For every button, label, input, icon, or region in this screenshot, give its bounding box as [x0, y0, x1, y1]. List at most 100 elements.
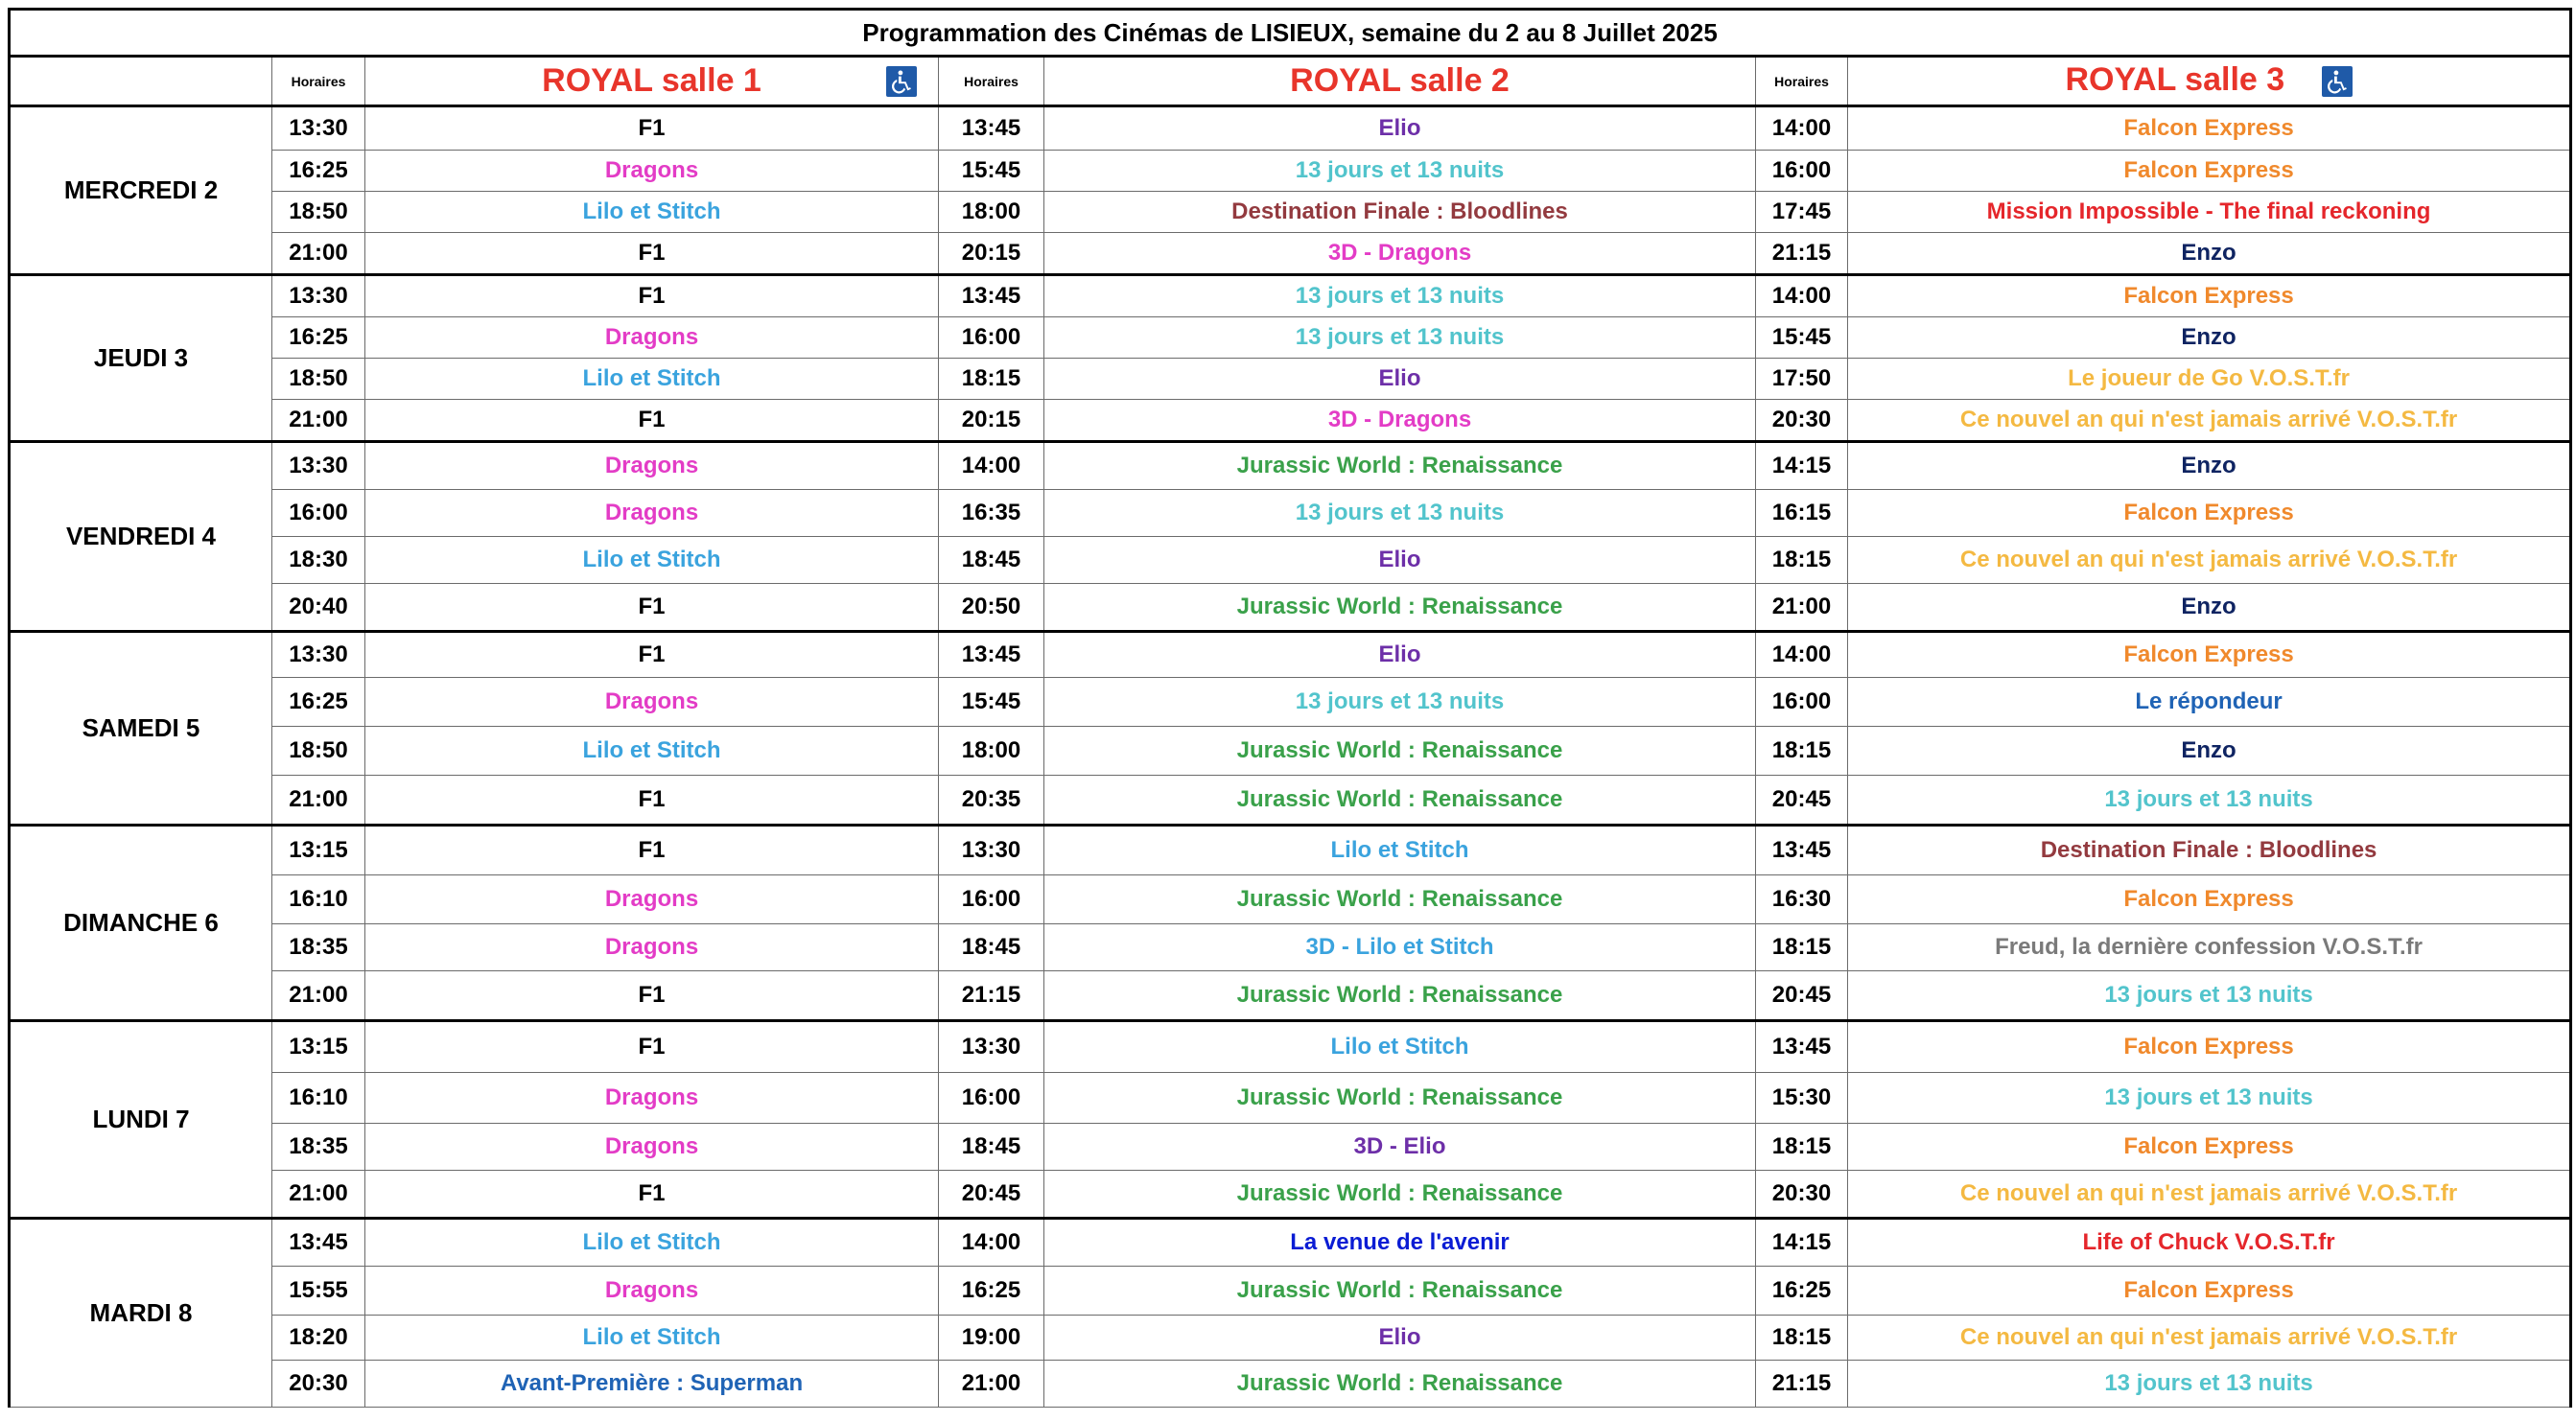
table-row: JEUDI 3 13:30 F1 13:45 13 jours et 13 nuits 1… — [8, 273, 2573, 442]
film-title-salle-1: F1 — [364, 1019, 939, 1073]
showtime-salle-1: 16:10 — [271, 874, 365, 924]
showtime-salle-3: 14:15 — [1755, 1217, 1848, 1267]
film-title-salle-3: Freud, la dernière confession V.O.S.T.fr — [1846, 923, 2573, 971]
film-title-salle-1: Dragons — [364, 1072, 939, 1124]
showtime-salle-3: 15:30 — [1755, 1072, 1848, 1124]
film-title-salle-1: F1 — [364, 775, 939, 826]
film-title-salle-3: Falcon Express — [1846, 489, 2573, 537]
film-title-salle-2: Jurassic World : Renaissance — [1043, 1360, 1756, 1408]
day-label: MERCREDI 2 — [8, 105, 272, 275]
page-title: Programmation des Cinémas de LISIEUX, se… — [7, 8, 2573, 58]
film-title-salle-2: 3D - Dragons — [1043, 399, 1756, 442]
showtime-salle-2: 19:00 — [938, 1315, 1044, 1361]
film-title-salle-2: 3D - Lilo et Stitch — [1043, 923, 1756, 971]
showtime-salle-3: 21:15 — [1755, 232, 1848, 275]
film-title-salle-1: F1 — [364, 1170, 939, 1219]
showtime-salle-2: 20:45 — [938, 1170, 1044, 1219]
showtime-salle-1: 21:00 — [271, 232, 365, 275]
showtime-salle-2: 15:45 — [938, 677, 1044, 727]
film-title-salle-1: F1 — [364, 105, 939, 151]
table-row: 18:20 Lilo et Stitch 19:00 Elio 18:15 Ce nouv… — [10, 1315, 2573, 1361]
table-row: LUNDI 7 13:15 F1 13:30 Lilo et Stitch 13:45 Fa… — [8, 1019, 2573, 1219]
film-title-salle-1: F1 — [364, 232, 939, 275]
showtime-salle-3: 14:15 — [1755, 440, 1848, 490]
table-row: 21:00 F1 20:35 Jurassic World : Renaissance… — [10, 775, 2573, 826]
film-title-salle-2: Jurassic World : Renaissance — [1043, 775, 1756, 826]
day-label: VENDREDI 4 — [8, 440, 272, 632]
showtime-salle-1: 21:00 — [271, 399, 365, 442]
showtime-salle-1: 18:50 — [271, 358, 365, 400]
table-row: 21:00 F1 21:15 Jurassic World : Renaissance… — [10, 970, 2573, 1021]
showtime-salle-1: 16:25 — [271, 316, 365, 359]
film-title-salle-2: Jurassic World : Renaissance — [1043, 874, 1756, 924]
day-label: LUNDI 7 — [8, 1019, 272, 1219]
film-title-salle-3: Falcon Express — [1846, 273, 2573, 317]
table-row: 18:50 Lilo et Stitch 18:15 Elio 17:50 Le joue… — [10, 358, 2573, 400]
showtime-salle-3: 14:00 — [1755, 105, 1848, 151]
table-row: 20:30 Avant-Première : Superman 21:00 Juras… — [10, 1360, 2573, 1408]
film-title-salle-2: Jurassic World : Renaissance — [1043, 583, 1756, 632]
showtime-salle-1: 16:10 — [271, 1072, 365, 1124]
film-title-salle-2: 13 jours et 13 nuits — [1043, 150, 1756, 192]
showtime-salle-2: 20:15 — [938, 232, 1044, 275]
film-title-salle-2: 13 jours et 13 nuits — [1043, 489, 1756, 537]
showtime-salle-3: 18:15 — [1755, 1315, 1848, 1361]
showtime-salle-1: 21:00 — [271, 775, 365, 826]
film-title-salle-1: F1 — [364, 824, 939, 875]
showtime-salle-3: 16:25 — [1755, 1266, 1848, 1316]
showtime-salle-2: 18:15 — [938, 358, 1044, 400]
film-title-salle-3: Enzo — [1846, 726, 2573, 776]
film-title-salle-1: Dragons — [364, 677, 939, 727]
showtime-salle-2: 13:45 — [938, 105, 1044, 151]
film-title-salle-3: Le joueur de Go V.O.S.T.fr — [1846, 358, 2573, 400]
showtime-salle-2: 13:30 — [938, 1019, 1044, 1073]
showtime-salle-3: 17:50 — [1755, 358, 1848, 400]
showtime-salle-2: 18:45 — [938, 923, 1044, 971]
table-row: 20:40 F1 20:50 Jurassic World : Renaissance… — [10, 583, 2573, 632]
showtime-salle-2: 16:00 — [938, 1072, 1044, 1124]
showtime-salle-3: 20:30 — [1755, 1170, 1848, 1219]
film-title-salle-1: Dragons — [364, 316, 939, 359]
film-title-salle-2: Elio — [1043, 1315, 1756, 1361]
showtime-salle-2: 16:00 — [938, 874, 1044, 924]
table-row: 16:25 Dragons 16:00 13 jours et 13 nuits 15:… — [10, 316, 2573, 359]
film-title-salle-1: Lilo et Stitch — [364, 536, 939, 584]
film-title-salle-3: 13 jours et 13 nuits — [1846, 1072, 2573, 1124]
table-row: 16:10 Dragons 16:00 Jurassic World : Renais… — [10, 874, 2573, 924]
showtime-salle-1: 18:20 — [271, 1315, 365, 1361]
film-title-salle-3: Ce nouvel an qui n'est jamais arrivé V.O… — [1846, 1315, 2573, 1361]
table-row: 18:35 Dragons 18:45 3D - Elio 18:15 Falcon Ex… — [10, 1123, 2573, 1171]
film-title-salle-2: Jurassic World : Renaissance — [1043, 970, 1756, 1021]
showtime-salle-3: 16:00 — [1755, 677, 1848, 727]
showtime-salle-1: 13:30 — [271, 105, 365, 151]
showtime-salle-1: 15:55 — [271, 1266, 365, 1316]
showtime-salle-3: 18:15 — [1755, 923, 1848, 971]
table-row: 18:50 Lilo et Stitch 18:00 Destination Fina… — [10, 191, 2573, 233]
wheelchair-icon — [886, 65, 917, 97]
film-title-salle-1: Lilo et Stitch — [364, 358, 939, 400]
salle-title-2: ROYAL salle 2 — [1290, 62, 1510, 99]
film-title-salle-3: Falcon Express — [1846, 105, 2573, 151]
film-title-salle-2: 3D - Dragons — [1043, 232, 1756, 275]
showtime-salle-2: 13:45 — [938, 630, 1044, 678]
film-title-salle-2: 13 jours et 13 nuits — [1043, 677, 1756, 727]
showtime-salle-2: 18:45 — [938, 1123, 1044, 1171]
film-title-salle-2: Jurassic World : Renaissance — [1043, 1266, 1756, 1316]
film-title-salle-1: F1 — [364, 399, 939, 442]
showtime-salle-1: 13:15 — [271, 824, 365, 875]
film-title-salle-3: 13 jours et 13 nuits — [1846, 1360, 2573, 1408]
horaires-header-1: Horaires — [271, 56, 365, 106]
corner-cell — [8, 56, 272, 106]
showtime-salle-3: 20:45 — [1755, 970, 1848, 1021]
salle-header-2: ROYAL salle 2 — [1043, 56, 1756, 106]
showtime-salle-2: 16:35 — [938, 489, 1044, 537]
showtime-salle-3: 18:15 — [1755, 726, 1848, 776]
showtime-salle-3: 17:45 — [1755, 191, 1848, 233]
showtime-salle-3: 21:00 — [1755, 583, 1848, 632]
film-title-salle-2: 13 jours et 13 nuits — [1043, 316, 1756, 359]
salle-header-1: ROYAL salle 1 — [364, 56, 939, 106]
showtime-salle-1: 13:45 — [271, 1217, 365, 1267]
showtime-salle-2: 16:00 — [938, 316, 1044, 359]
showtime-salle-3: 14:00 — [1755, 273, 1848, 317]
film-title-salle-2: Jurassic World : Renaissance — [1043, 1072, 1756, 1124]
